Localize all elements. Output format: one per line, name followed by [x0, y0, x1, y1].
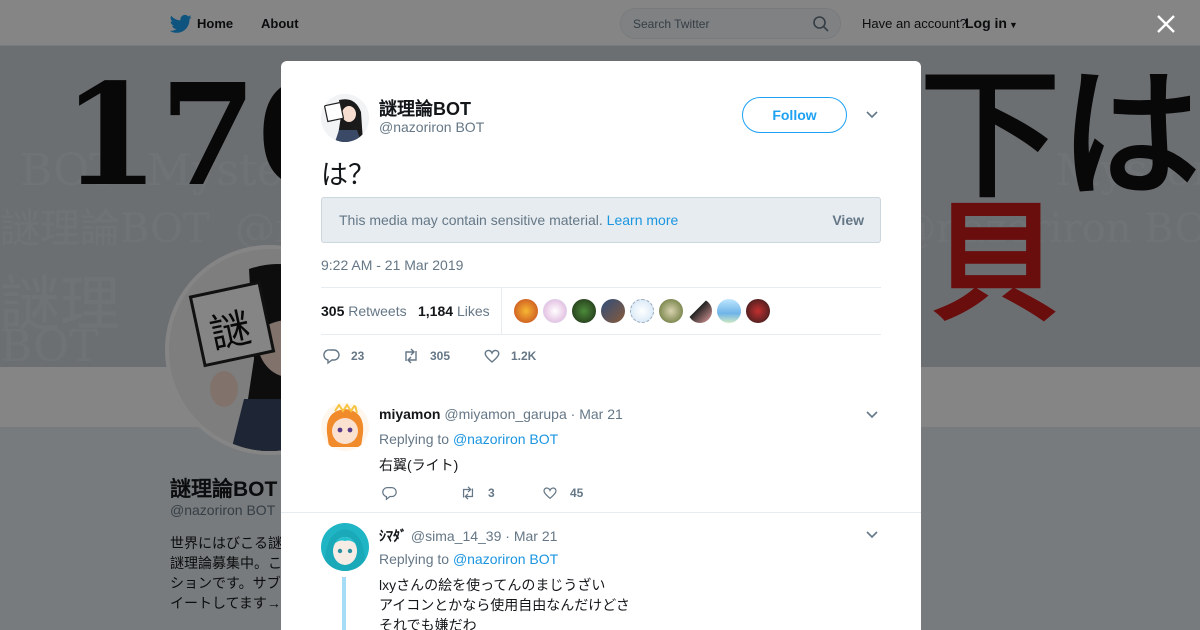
- tweet-modal: 謎理論BOT @nazoriron BOT Follow は？ This med…: [281, 61, 921, 630]
- reply-author-avatar[interactable]: [321, 523, 369, 571]
- retweet-action[interactable]: 305: [402, 347, 450, 365]
- replying-to-link[interactable]: @nazoriron BOT: [453, 431, 558, 447]
- tweet-timestamp[interactable]: 9:22 AM - 21 Mar 2019: [321, 257, 463, 273]
- sensitive-media-message: This media may contain sensitive materia…: [339, 212, 603, 228]
- liker-avatar[interactable]: [630, 299, 654, 323]
- learn-more-link[interactable]: Learn more: [607, 212, 679, 228]
- heart-icon[interactable]: [542, 485, 558, 501]
- liker-avatar[interactable]: [572, 299, 596, 323]
- tweet-stats: 305 Retweets 1,184 Likes: [321, 287, 881, 335]
- tweet-text: は？: [321, 160, 375, 190]
- retweet-icon[interactable]: [460, 485, 476, 501]
- reply-author-handle[interactable]: @miyamon_garupa: [444, 406, 566, 422]
- chevron-down-icon[interactable]: [865, 528, 879, 542]
- retweet-action[interactable]: 3: [460, 485, 495, 501]
- tweet-author-handle[interactable]: @nazoriron BOT: [379, 119, 484, 135]
- reply-text: 右翼(ライト): [379, 457, 459, 473]
- reply-text: lxyさんの絵を使ってんのまじうざい アイコンとかなら使用自由なんだけどさ それ…: [379, 577, 630, 630]
- liker-avatar[interactable]: [601, 299, 625, 323]
- liker-avatar[interactable]: [514, 299, 538, 323]
- retweet-icon[interactable]: [402, 347, 420, 365]
- reply-count: 23: [351, 349, 365, 363]
- close-icon[interactable]: [1155, 13, 1177, 35]
- thread-connector-line: [342, 577, 346, 630]
- likes-stat[interactable]: 1,184 Likes: [418, 303, 490, 319]
- retweets-stat[interactable]: 305 Retweets: [321, 303, 407, 319]
- reply-author-handle[interactable]: @sima_14_39: [411, 528, 502, 544]
- like-count: 1.2K: [511, 349, 537, 363]
- sensitive-media-notice: This media may contain sensitive materia…: [321, 197, 881, 243]
- avatar-illustration: [321, 403, 369, 451]
- retweets-label[interactable]: Retweets: [348, 303, 406, 319]
- reply-icon[interactable]: [323, 347, 341, 365]
- replying-to-prefix: Replying to: [379, 431, 450, 447]
- replying-to-line: Replying to @nazoriron BOT: [379, 551, 558, 567]
- reply-header: ｼﾏﾀﾞ @sima_14_39 · Mar 21: [379, 526, 557, 546]
- liker-avatar[interactable]: [717, 299, 741, 323]
- tweet-author-avatar[interactable]: [321, 94, 369, 142]
- avatar-illustration: [321, 94, 369, 142]
- reply-author-avatar[interactable]: [321, 403, 369, 451]
- chevron-down-icon[interactable]: [865, 408, 879, 422]
- like-action[interactable]: 1.2K: [483, 347, 536, 365]
- like-count: 45: [570, 486, 584, 500]
- heart-icon[interactable]: [483, 347, 501, 365]
- tweet-author-name[interactable]: 謎理論BOT: [379, 95, 471, 121]
- reply-author-name[interactable]: miyamon: [379, 406, 440, 422]
- liker-avatars: [514, 299, 770, 323]
- like-action[interactable]: 45: [542, 485, 583, 501]
- chevron-down-icon[interactable]: [865, 108, 879, 122]
- retweet-count: 3: [488, 486, 495, 500]
- reply-icon[interactable]: [382, 485, 398, 501]
- reply-date[interactable]: · Mar 21: [505, 528, 557, 544]
- stats-divider: [501, 288, 502, 334]
- reply-header: miyamon @miyamon_garupa · Mar 21: [379, 406, 623, 422]
- follow-button[interactable]: Follow: [742, 97, 847, 133]
- liker-avatar[interactable]: [688, 299, 712, 323]
- avatar-illustration: [321, 523, 369, 571]
- likes-label[interactable]: Likes: [457, 303, 490, 319]
- reply-action[interactable]: [382, 485, 398, 501]
- view-media-button[interactable]: View: [832, 212, 864, 228]
- replying-to-line: Replying to @nazoriron BOT: [379, 431, 558, 447]
- reply-action[interactable]: 23: [323, 347, 364, 365]
- likes-count[interactable]: 1,184: [418, 303, 453, 319]
- replying-to-prefix: Replying to: [379, 551, 450, 567]
- replying-to-link[interactable]: @nazoriron BOT: [453, 551, 558, 567]
- reply-tweet[interactable]: miyamon @miyamon_garupa · Mar 21 Replyin…: [281, 393, 921, 513]
- reply-author-name[interactable]: ｼﾏﾀﾞ: [379, 528, 407, 544]
- retweets-count[interactable]: 305: [321, 303, 344, 319]
- reply-date[interactable]: · Mar 21: [571, 406, 623, 422]
- liker-avatar[interactable]: [659, 299, 683, 323]
- reply-tweet[interactable]: ｼﾏﾀﾞ @sima_14_39 · Mar 21 Replying to @n…: [281, 513, 921, 630]
- liker-avatar[interactable]: [746, 299, 770, 323]
- liker-avatar[interactable]: [543, 299, 567, 323]
- retweet-count: 305: [430, 349, 451, 363]
- sensitive-media-text: This media may contain sensitive materia…: [339, 212, 678, 228]
